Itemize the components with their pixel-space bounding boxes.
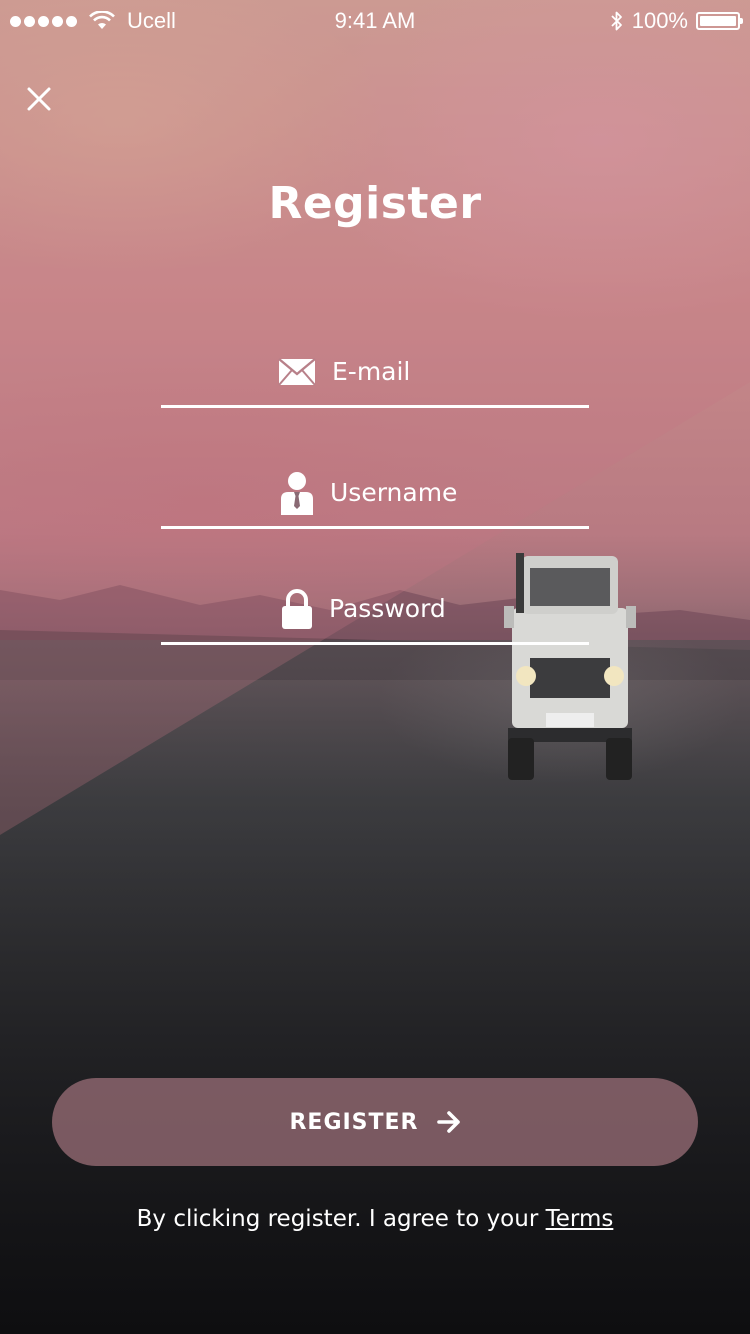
close-icon <box>27 87 51 111</box>
battery-percent: 100% <box>631 8 688 33</box>
page-title: Register <box>268 178 482 229</box>
password-input[interactable] <box>329 594 469 623</box>
email-field[interactable] <box>161 338 589 408</box>
status-bar: Ucell 9:41 AM 100% <box>0 0 750 40</box>
arrow-right-icon <box>436 1111 460 1133</box>
email-input[interactable] <box>332 357 472 386</box>
register-button-label: REGISTER <box>289 1109 419 1135</box>
username-input[interactable] <box>330 478 470 507</box>
register-button[interactable]: REGISTER <box>52 1078 698 1166</box>
envelope-icon <box>278 357 316 386</box>
close-button[interactable] <box>22 82 56 116</box>
lock-icon <box>281 588 313 629</box>
register-screen: Ucell 9:41 AM 100% Register E-mail Usern… <box>0 0 750 1334</box>
user-icon <box>280 471 314 515</box>
status-right: 100% <box>610 8 743 34</box>
bluetooth-icon <box>611 11 622 31</box>
password-field[interactable] <box>161 575 589 645</box>
battery-icon <box>696 12 743 30</box>
terms-text: By clicking register. I agree to your <box>136 1206 546 1232</box>
terms-link[interactable]: Terms <box>546 1206 614 1232</box>
username-field[interactable] <box>161 459 589 529</box>
terms-notice: By clicking register. I agree to your Te… <box>0 1206 750 1232</box>
